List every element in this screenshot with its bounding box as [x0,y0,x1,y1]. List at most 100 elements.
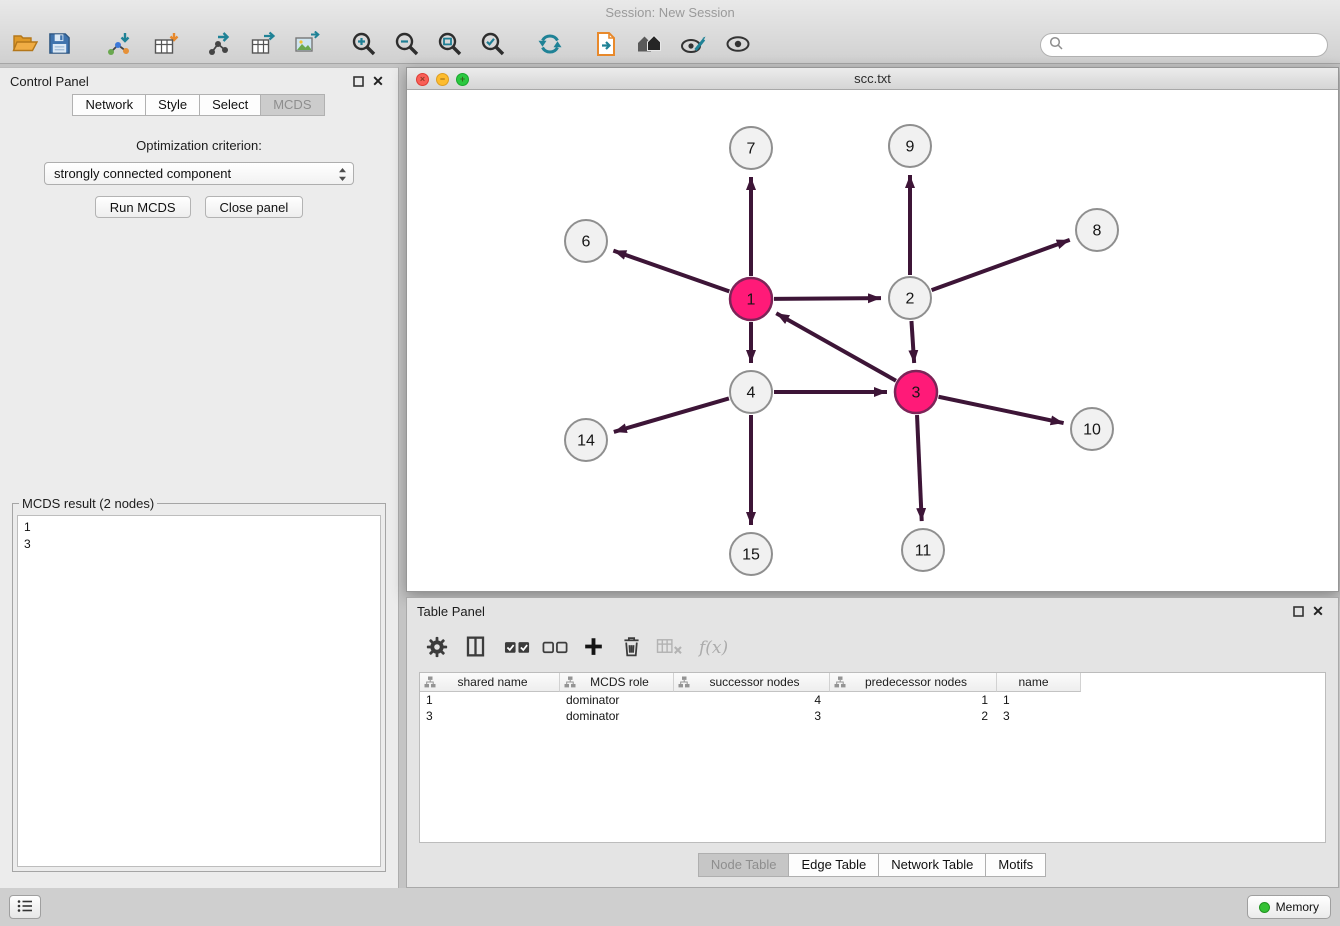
column-header-shared-name[interactable]: shared name [420,673,560,692]
tab-mcds[interactable]: MCDS [260,94,324,116]
tab-select[interactable]: Select [199,94,261,116]
table-settings-button[interactable] [423,634,451,662]
delete-table-button[interactable] [655,634,683,662]
zoom-out-button[interactable] [390,28,424,62]
table-cell[interactable]: 1 [830,692,997,708]
table-cell[interactable]: 1 [420,692,560,708]
export-image-icon [294,31,320,60]
tab-node-table[interactable]: Node Table [698,853,790,877]
tab-network[interactable]: Network [72,94,146,116]
graph-node-6[interactable]: 6 [565,220,607,262]
result-item[interactable]: 1 [24,519,374,536]
mcds-result-list[interactable]: 1 3 [17,515,381,867]
network-canvas[interactable]: 7 9 6 8 1 2 4 3 10 14 15 11 [407,90,1338,591]
import-table-button[interactable] [149,28,183,62]
table-cell[interactable]: 1 [997,692,1081,708]
column-header-successor-nodes[interactable]: successor nodes [674,673,830,692]
graph-node-15[interactable]: 15 [730,533,772,575]
graph-node-10[interactable]: 10 [1071,408,1113,450]
result-item[interactable]: 3 [24,536,374,553]
network-window-titlebar[interactable]: × − + scc.txt [407,68,1338,90]
graph-node-4[interactable]: 4 [730,371,772,413]
select-chevrons-icon [338,167,347,185]
select-all-columns-button[interactable] [503,634,531,662]
graph-edge-2-8[interactable] [932,240,1070,290]
graph-edge-3-1[interactable] [776,313,896,380]
zoom-fit-button[interactable] [433,28,467,62]
function-builder-label[interactable]: f(x) [699,638,728,658]
control-panel-tabs: Network Style Select MCDS [0,94,398,116]
table-cell[interactable]: 3 [997,708,1081,724]
graph-node-3[interactable]: 3 [895,371,937,413]
graph-edge-3-11[interactable] [917,415,922,521]
table-row[interactable]: 1 dominator 4 1 1 [420,692,1325,708]
table-row[interactable]: 3 dominator 3 2 3 [420,708,1325,724]
float-panel-button[interactable] [348,71,368,91]
zoom-selected-button[interactable] [476,28,510,62]
network-graph-svg[interactable]: 7 9 6 8 1 2 4 3 10 14 15 11 [407,90,1338,591]
graph-edge-2-3[interactable] [911,321,914,363]
close-window-button[interactable]: × [416,73,429,86]
graph-edge-3-10[interactable] [939,397,1064,423]
refresh-layout-button[interactable] [533,28,567,62]
search-input[interactable] [1068,38,1319,53]
tab-style[interactable]: Style [145,94,200,116]
graph-node-8[interactable]: 8 [1076,209,1118,251]
checked-boxes-icon [504,636,531,661]
search-box[interactable] [1040,33,1328,57]
show-columns-button[interactable] [461,634,489,662]
svg-text:11: 11 [915,543,932,560]
graph-node-11[interactable]: 11 [902,529,944,571]
graph-node-14[interactable]: 14 [565,419,607,461]
export-table-button[interactable] [246,28,280,62]
table-cell[interactable]: dominator [560,708,674,724]
graph-edge-1-2[interactable] [774,298,881,299]
minimize-window-button[interactable]: − [436,73,449,86]
toggle-panels-button[interactable] [9,895,41,919]
column-header-mcds-role[interactable]: MCDS role [560,673,674,692]
style-brush-button[interactable] [676,28,710,62]
graph-node-2[interactable]: 2 [889,277,931,319]
first-neighbors-button[interactable] [632,28,666,62]
run-mcds-button[interactable]: Run MCDS [95,196,191,218]
zoom-window-button[interactable]: + [456,73,469,86]
delete-columns-button[interactable] [617,634,645,662]
tab-network-table[interactable]: Network Table [878,853,986,877]
status-bar: Memory [0,888,1340,926]
zoom-in-button[interactable] [347,28,381,62]
create-column-button[interactable] [579,634,607,662]
open-session-button[interactable] [8,28,42,62]
table-cell[interactable]: dominator [560,692,674,708]
save-session-button[interactable] [42,28,76,62]
table-cell[interactable]: 4 [674,692,830,708]
graph-edge-1-6[interactable] [613,251,729,292]
svg-text:8: 8 [1093,223,1102,240]
deselect-all-columns-button[interactable] [541,634,569,662]
tab-motifs[interactable]: Motifs [985,853,1046,877]
memory-label: Memory [1276,900,1319,914]
close-panel-button[interactable]: ✕ [368,71,388,91]
unchecked-boxes-icon [542,636,569,661]
column-tree-icon [678,676,690,688]
import-network-button[interactable] [102,28,136,62]
column-header-name[interactable]: name [997,673,1081,692]
table-toolbar: f(x) [407,624,1338,672]
export-image-button[interactable] [290,28,324,62]
table-cell[interactable]: 2 [830,708,997,724]
float-table-panel-button[interactable] [1288,601,1308,621]
graph-node-1[interactable]: 1 [730,278,772,320]
export-document-button[interactable] [589,28,623,62]
close-table-panel-button[interactable]: ✕ [1308,601,1328,621]
table-cell[interactable]: 3 [420,708,560,724]
close-mcds-panel-button[interactable]: Close panel [205,196,304,218]
graph-node-9[interactable]: 9 [889,125,931,167]
export-network-button[interactable] [203,28,237,62]
memory-button[interactable]: Memory [1247,895,1331,919]
graph-edge-4-14[interactable] [614,398,729,431]
optimization-criterion-select[interactable]: strongly connected component [44,162,354,185]
tab-edge-table[interactable]: Edge Table [788,853,879,877]
column-header-predecessor-nodes[interactable]: predecessor nodes [830,673,997,692]
graph-node-7[interactable]: 7 [730,127,772,169]
table-cell[interactable]: 3 [674,708,830,724]
show-hide-button[interactable] [721,28,755,62]
